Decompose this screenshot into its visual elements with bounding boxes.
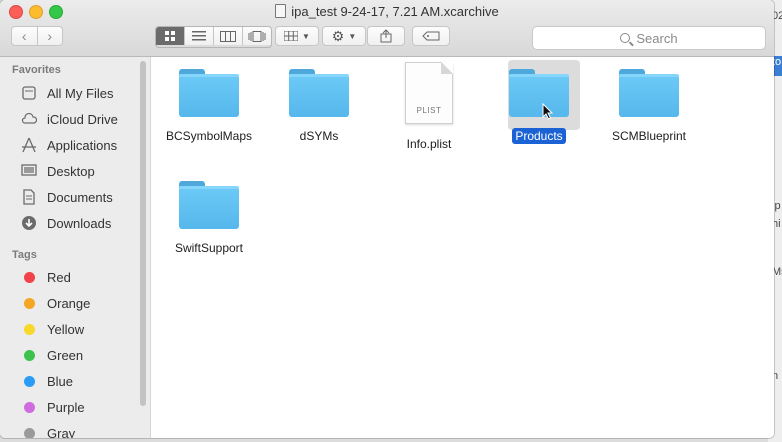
gear-icon: ⚙ — [331, 27, 345, 44]
sidebar-tag-purple[interactable]: Purple — [12, 396, 142, 418]
sidebar-tag-blue[interactable]: Blue — [12, 370, 142, 392]
icon-view-button[interactable] — [156, 27, 185, 45]
favorites-header: Favorites — [12, 64, 61, 76]
folder-icon — [619, 69, 679, 117]
folder-icon — [179, 69, 239, 117]
tag-icon — [422, 31, 440, 41]
window-title: ipa_test 9-24-17, 7.21 AM.xcarchive — [0, 4, 774, 19]
file-item[interactable]: dSYMs — [264, 57, 374, 145]
list-view-button[interactable] — [185, 27, 214, 45]
sidebar: Favorites All My Files iCloud Drive Appl… — [0, 57, 151, 438]
document-icon — [21, 189, 37, 205]
search-icon — [620, 33, 631, 43]
share-button[interactable] — [367, 26, 405, 46]
document-icon — [275, 4, 287, 18]
sidebar-item-documents[interactable]: Documents — [12, 186, 142, 208]
file-browser: BCSymbolMaps dSYMs PLIST Info.plist Prod… — [151, 57, 774, 438]
edit-tags-button[interactable] — [412, 26, 450, 46]
sidebar-item-all-my-files[interactable]: All My Files — [12, 82, 142, 104]
chevron-down-icon: ▼ — [348, 31, 357, 41]
folder-icon — [179, 181, 239, 229]
all-files-icon — [21, 85, 37, 101]
icon-view-icon — [165, 31, 175, 41]
back-forward-control: ‹ › — [11, 26, 63, 46]
search-placeholder: Search — [636, 30, 678, 46]
sidebar-item-applications[interactable]: Applications — [12, 134, 142, 156]
view-mode-control — [155, 26, 272, 48]
file-name: SCMBlueprint — [611, 129, 687, 143]
tag-color-dot — [24, 349, 35, 361]
applications-icon — [21, 137, 37, 153]
back-button[interactable]: ‹ — [12, 27, 37, 45]
tag-color-dot — [24, 427, 35, 438]
file-name: Products — [512, 128, 566, 144]
tags-header: Tags — [12, 249, 37, 261]
arrange-grid-icon — [284, 31, 299, 41]
tag-color-dot — [24, 401, 35, 413]
share-icon — [380, 29, 392, 43]
file-item[interactable]: SwiftSupport — [154, 169, 264, 257]
cloud-icon — [21, 111, 37, 127]
cover-flow-icon — [248, 30, 266, 42]
tag-color-dot — [24, 297, 35, 309]
search-field[interactable]: Search — [532, 26, 766, 50]
arrange-button[interactable]: ▼ — [275, 26, 319, 46]
file-item-selected[interactable]: Products — [484, 57, 594, 145]
file-name: dSYMs — [299, 129, 339, 143]
mouse-cursor-icon — [542, 103, 554, 120]
column-view-icon — [220, 30, 236, 42]
sidebar-scrollbar[interactable] — [140, 61, 146, 406]
file-name: SwiftSupport — [174, 241, 244, 255]
sidebar-tag-green[interactable]: Green — [12, 344, 142, 366]
file-item[interactable]: PLIST Info.plist — [374, 57, 484, 153]
desktop-icon — [21, 163, 37, 179]
file-item[interactable]: SCMBlueprint — [594, 57, 704, 145]
download-icon — [21, 215, 37, 231]
action-button[interactable]: ⚙ ▼ — [322, 26, 366, 46]
sidebar-tag-gray[interactable]: Gray — [12, 422, 142, 438]
sidebar-item-downloads[interactable]: Downloads — [12, 212, 142, 234]
file-name: Info.plist — [406, 137, 452, 151]
forward-button[interactable]: › — [36, 27, 63, 45]
sidebar-tag-orange[interactable]: Orange — [12, 292, 142, 314]
toolbar: ipa_test 9-24-17, 7.21 AM.xcarchive ‹ › … — [0, 0, 774, 57]
file-name: BCSymbolMaps — [165, 129, 253, 143]
sidebar-tag-yellow[interactable]: Yellow — [12, 318, 142, 340]
sidebar-item-desktop[interactable]: Desktop — [12, 160, 142, 182]
plist-file-icon: PLIST — [405, 62, 453, 124]
sidebar-item-icloud-drive[interactable]: iCloud Drive — [12, 108, 142, 130]
tag-color-dot — [24, 375, 35, 387]
tag-color-dot — [24, 323, 35, 335]
sidebar-tag-red[interactable]: Red — [12, 266, 142, 288]
column-view-button[interactable] — [214, 27, 243, 45]
tag-color-dot — [24, 271, 35, 283]
cover-flow-button[interactable] — [243, 27, 271, 45]
file-item[interactable]: BCSymbolMaps — [154, 57, 264, 145]
chevron-down-icon: ▼ — [302, 31, 310, 41]
folder-icon — [289, 69, 349, 117]
folder-icon — [509, 69, 569, 117]
finder-window: ipa_test 9-24-17, 7.21 AM.xcarchive ‹ › … — [0, 0, 774, 438]
list-view-icon — [192, 31, 206, 41]
